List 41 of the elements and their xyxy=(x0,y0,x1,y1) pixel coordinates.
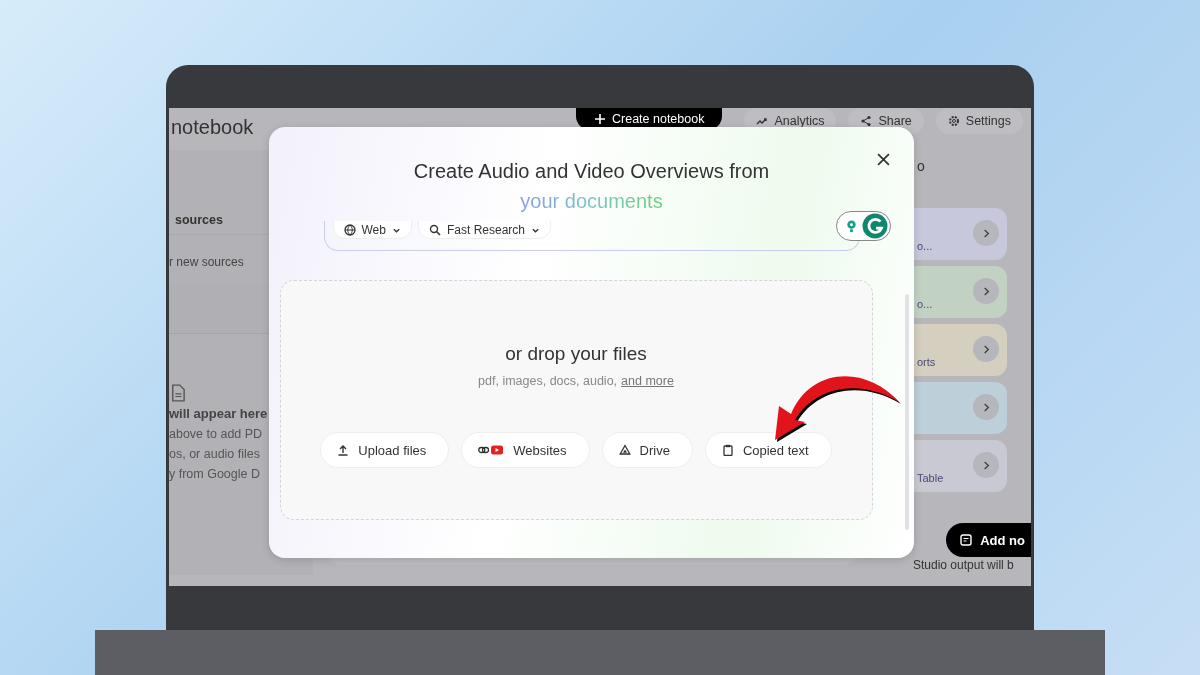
dialog-title: Create Audio and Video Overviews from xyxy=(413,160,770,183)
chevron-icon xyxy=(973,394,999,420)
add-note-button[interactable]: Add no xyxy=(946,523,1031,557)
plus-icon xyxy=(594,113,606,125)
source-button[interactable]: Upload files xyxy=(320,432,450,468)
studio-header: o xyxy=(917,158,925,176)
empty-state-text: y from Google D xyxy=(169,467,260,481)
hint-text: r new sources xyxy=(169,255,244,269)
globe-icon xyxy=(343,224,356,236)
chevron-icon xyxy=(973,336,999,362)
source-button[interactable]: Websites xyxy=(461,432,590,468)
chevron-icon xyxy=(973,452,999,478)
note-icon xyxy=(960,534,973,546)
chevron-icon xyxy=(973,278,999,304)
source-button[interactable]: Drive xyxy=(601,432,693,468)
empty-state-text: os, or audio files xyxy=(169,447,261,461)
link-and-video-icon xyxy=(478,444,505,456)
studio-footer-text: Studio output will b xyxy=(913,558,1014,572)
dialog-title-highlight: your documents xyxy=(520,190,663,213)
app-title: notebook xyxy=(171,115,254,139)
dropdown-chip[interactable]: Fast Research xyxy=(417,221,551,239)
search-icon xyxy=(428,224,441,236)
close-button[interactable] xyxy=(875,151,892,168)
upload-icon xyxy=(337,444,350,456)
chevron-icon xyxy=(973,220,999,246)
empty-state-text: above to add PD xyxy=(169,427,263,441)
empty-state-title: will appear here xyxy=(169,406,268,421)
clipboard-icon xyxy=(721,444,734,456)
source-button[interactable]: Copied text xyxy=(704,432,832,468)
file-drop-zone[interactable]: or drop your files pdf, images, docs, audio, and more Upload files Websites Drive Copied text xyxy=(279,280,873,520)
document-icon xyxy=(171,384,185,402)
formats-text: pdf, images, docs, audio, xyxy=(478,374,618,388)
settings-icon xyxy=(947,115,960,127)
toolbar-button[interactable]: Settings xyxy=(935,108,1023,134)
drop-heading: or drop your files xyxy=(505,343,647,365)
share-icon xyxy=(860,115,873,127)
dropdown-chip[interactable]: Web xyxy=(332,221,412,239)
trend-icon xyxy=(756,115,769,127)
drive-icon xyxy=(618,444,631,456)
more-link[interactable]: and more xyxy=(621,374,674,388)
toolbar-button[interactable]: Create notebook xyxy=(576,108,723,130)
